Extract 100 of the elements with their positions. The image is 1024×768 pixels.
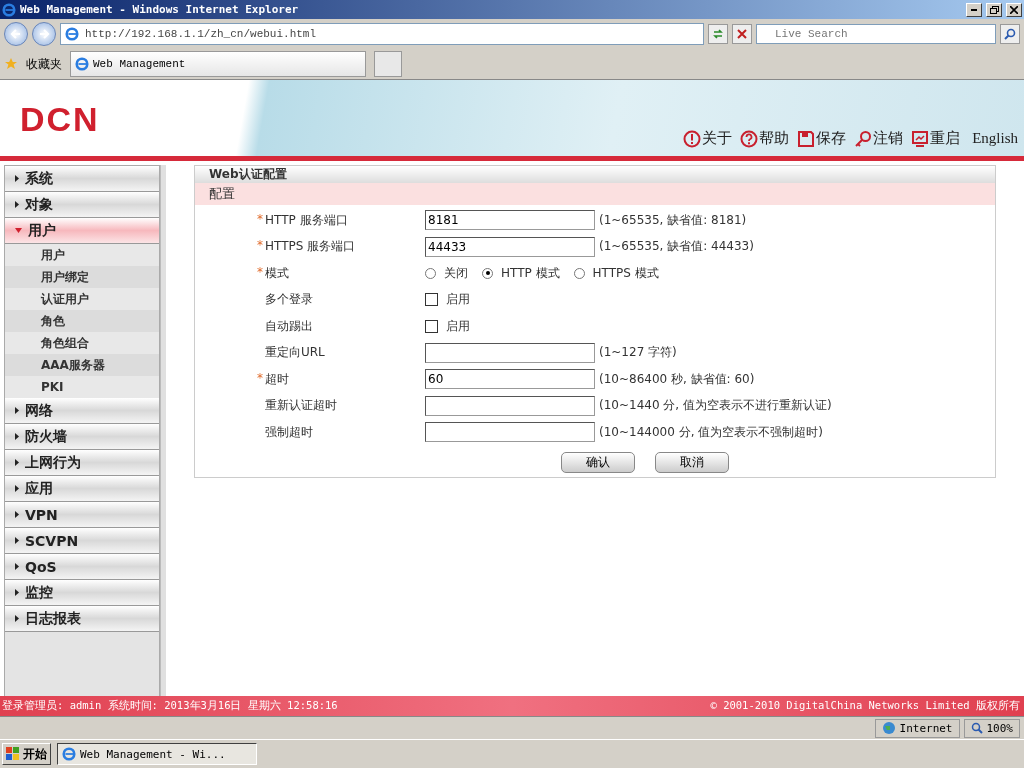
caret-right-icon bbox=[15, 485, 19, 492]
caret-right-icon bbox=[15, 433, 19, 440]
taskbar-button[interactable]: Web Management - Wi... bbox=[57, 743, 257, 765]
radio-label: 关闭 bbox=[444, 264, 468, 282]
zone-text: Internet bbox=[899, 721, 953, 735]
start-button[interactable]: 开始 bbox=[2, 743, 51, 765]
search-icon bbox=[1004, 28, 1016, 40]
header-link[interactable]: 帮助 bbox=[740, 129, 790, 148]
radio-button[interactable] bbox=[425, 267, 436, 279]
field-hint: (10~86400 秒, 缺省值: 60) bbox=[599, 370, 755, 388]
logo: DCN bbox=[20, 99, 100, 139]
sidebar-item[interactable]: SCVPN bbox=[5, 528, 160, 554]
header-link[interactable]: 注销 bbox=[854, 129, 904, 148]
input-field[interactable]: 8181 bbox=[425, 210, 595, 231]
header-link[interactable]: 关于 bbox=[683, 129, 733, 148]
field-label: HTTP 服务端口 bbox=[265, 211, 348, 229]
window-title: Web Management - Windows Internet Explorer bbox=[20, 3, 300, 16]
sidebar-item[interactable]: 日志报表 bbox=[5, 606, 160, 632]
field-hint: (1~127 字符) bbox=[599, 344, 677, 362]
radio-option[interactable]: HTTPS 模式 bbox=[573, 264, 659, 282]
radio-button[interactable] bbox=[482, 267, 493, 279]
input-field[interactable] bbox=[425, 342, 595, 363]
browser-e-icon bbox=[2, 2, 16, 17]
close-icon bbox=[1010, 5, 1018, 14]
sidebar-subitem[interactable]: AAA服务器 bbox=[5, 354, 160, 376]
field-label: 多个登录 bbox=[265, 291, 313, 309]
sidebar-item[interactable]: 监控 bbox=[5, 580, 160, 606]
refresh-button[interactable] bbox=[708, 24, 728, 44]
sidebar-item[interactable]: VPN bbox=[5, 502, 160, 528]
zoom-control[interactable]: 100% bbox=[963, 718, 1020, 738]
sidebar-subitem[interactable]: 用户绑定 bbox=[5, 266, 160, 288]
panel-title: Web认证配置 bbox=[195, 166, 995, 183]
checkbox[interactable] bbox=[425, 293, 438, 307]
close-button[interactable] bbox=[1006, 2, 1022, 17]
minimize-button[interactable] bbox=[966, 2, 982, 17]
radio-label: HTTP 模式 bbox=[501, 264, 560, 282]
question-circle-icon bbox=[740, 129, 759, 148]
checkbox[interactable] bbox=[425, 319, 438, 333]
input-field[interactable]: 60 bbox=[425, 369, 595, 390]
radio-button[interactable] bbox=[573, 267, 585, 279]
sidebar-subitem[interactable]: 角色 bbox=[5, 310, 160, 332]
monitor-icon bbox=[911, 129, 930, 148]
sidebar-subitem[interactable]: 认证用户 bbox=[5, 288, 160, 310]
right-arrow-icon bbox=[38, 28, 50, 40]
sidebar-subitem[interactable]: PKI bbox=[5, 376, 160, 398]
field-hint: (10~1440 分, 值为空表示不进行重新认证) bbox=[599, 397, 832, 415]
browser-tab[interactable]: Web Management bbox=[70, 51, 366, 77]
star-icon bbox=[4, 57, 18, 71]
search-button[interactable] bbox=[1000, 24, 1020, 44]
radio-option[interactable]: HTTP 模式 bbox=[482, 264, 560, 282]
input-field[interactable]: 44433 bbox=[425, 236, 595, 257]
sidebar-item[interactable]: 网络 bbox=[5, 398, 160, 424]
globe-icon bbox=[881, 721, 896, 735]
copyright: © 2001-2010 DigitalChina Networks Limited 版权所有 bbox=[710, 699, 1020, 713]
field-label: 自动踢出 bbox=[265, 317, 313, 335]
field-label: 模式 bbox=[265, 264, 289, 282]
sidebar-item[interactable]: 防火墙 bbox=[5, 424, 160, 450]
caret-right-icon bbox=[15, 201, 19, 208]
language-link[interactable]: English bbox=[972, 130, 1018, 147]
sidebar-item[interactable]: 系统 bbox=[5, 166, 160, 192]
section-header: 配置 bbox=[195, 183, 995, 205]
caret-right-icon bbox=[15, 407, 19, 414]
address-field[interactable]: http://192.168.1.1/zh_cn/webui.html bbox=[60, 23, 704, 45]
url-text: http://192.168.1.1/zh_cn/webui.html bbox=[85, 28, 317, 40]
required-mark: * bbox=[257, 264, 263, 281]
sidebar-subitem[interactable]: 用户 bbox=[5, 244, 160, 266]
caret-right-icon bbox=[15, 615, 19, 622]
form-button[interactable]: 确认 bbox=[561, 451, 635, 473]
sidebar-subitem[interactable]: 角色组合 bbox=[5, 332, 160, 354]
radio-option[interactable]: 关闭 bbox=[425, 264, 468, 282]
maximize-button[interactable] bbox=[986, 2, 1002, 17]
exclamation-circle-icon bbox=[683, 129, 702, 148]
field-label: 重新认证超时 bbox=[265, 397, 337, 415]
input-field[interactable] bbox=[425, 422, 595, 443]
form-button[interactable]: 取消 bbox=[655, 451, 729, 473]
input-field[interactable] bbox=[425, 395, 595, 416]
header-link[interactable]: 重启 bbox=[911, 129, 961, 148]
forward-button[interactable] bbox=[32, 22, 56, 46]
sidebar-item[interactable]: 上网行为 bbox=[5, 450, 160, 476]
sidebar-item[interactable]: 用户 bbox=[5, 218, 160, 244]
sidebar-item[interactable]: QoS bbox=[5, 554, 160, 580]
header-link[interactable]: 保存 bbox=[797, 129, 847, 148]
login-info: 登录管理员: admin 系统时间: 2013年3月16日 星期六 12:58:16 bbox=[2, 699, 338, 713]
stop-button[interactable] bbox=[732, 24, 752, 44]
browser-e-icon bbox=[65, 27, 79, 41]
refresh-icon bbox=[712, 28, 724, 40]
back-button[interactable] bbox=[4, 22, 28, 46]
sidebar-item[interactable]: 应用 bbox=[5, 476, 160, 502]
search-field[interactable]: Live Search bbox=[756, 24, 996, 44]
field-hint: (1~65535, 缺省值: 8181) bbox=[599, 211, 747, 229]
key-icon bbox=[854, 129, 873, 148]
restore-icon bbox=[989, 5, 999, 14]
caret-down-icon bbox=[15, 228, 22, 233]
favorites-link[interactable]: 收藏夹 bbox=[26, 55, 62, 73]
field-hint: (10~144000 分, 值为空表示不强制超时) bbox=[599, 423, 823, 441]
caret-right-icon bbox=[15, 589, 19, 596]
windows-flag-icon bbox=[6, 747, 20, 761]
browser-e-icon bbox=[62, 747, 76, 761]
field-label: 重定向URL bbox=[265, 344, 325, 362]
sidebar-item[interactable]: 对象 bbox=[5, 192, 160, 218]
